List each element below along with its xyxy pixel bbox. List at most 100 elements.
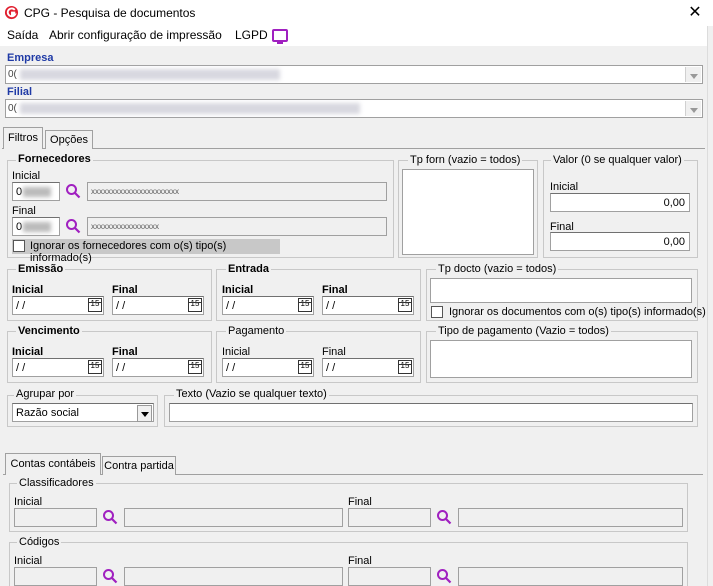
pagamento-final-value: / / [326, 362, 336, 374]
fornecedor-inicial-search-icon[interactable] [65, 183, 81, 199]
calendar-icon[interactable]: 15 [188, 298, 202, 312]
ignorar-fornecedores-row[interactable]: Ignorar os fornecedores com o(s) tipo(s)… [12, 239, 280, 264]
fornecedores-final-label: Final [12, 205, 36, 217]
emissao-final-date[interactable]: / / 15 [112, 296, 204, 315]
classificador-final-code[interactable] [348, 508, 431, 527]
classificador-final-search-icon[interactable] [436, 509, 452, 525]
vertical-scrollbar[interactable] [707, 26, 713, 586]
vencimento-inicial-date[interactable]: / / 15 [12, 358, 104, 377]
empresa-label: Empresa [7, 52, 54, 64]
valor-inicial-label: Inicial [550, 181, 579, 193]
menu-saida[interactable]: Saída [7, 28, 38, 42]
empresa-combo[interactable]: 0( [5, 65, 703, 84]
codigos-inicial-label: Inicial [14, 555, 43, 567]
valor-final-input[interactable]: 0,00 [550, 232, 690, 251]
codigo-final-code[interactable] [348, 567, 431, 586]
codigo-inicial-search-icon[interactable] [102, 568, 118, 584]
menu-lgpd[interactable]: LGPD [235, 28, 268, 42]
fornecedores-title: Fornecedores [16, 153, 93, 165]
fornecedor-final-code-input[interactable]: 0 [12, 217, 60, 236]
emissao-title: Emissão [16, 263, 66, 275]
classificadores-inicial-label: Inicial [14, 496, 43, 508]
codigo-inicial-code[interactable] [14, 567, 97, 586]
tp-docto-list[interactable] [430, 278, 692, 303]
entrada-inicial-date[interactable]: / / 15 [222, 296, 314, 315]
tab-contas-contabeis[interactable]: Contas contábeis [5, 453, 101, 475]
tp-forn-title: Tp forn (vazio = todos) [408, 154, 523, 166]
valor-title: Valor (0 se qualquer valor) [551, 154, 684, 166]
codigos-final-label: Final [348, 555, 372, 567]
classificador-inicial-name [124, 508, 343, 527]
fornecedor-inicial-code-input[interactable]: 0 [12, 182, 60, 201]
texto-title: Texto (Vazio se qualquer texto) [174, 388, 329, 400]
vencimento-title: Vencimento [16, 325, 82, 337]
calendar-icon[interactable]: 15 [398, 360, 412, 374]
agrupar-title: Agrupar por [14, 388, 77, 400]
fornecedor-inicial-name: xxxxxxxxxxxxxxxxxxxxxx [91, 187, 179, 196]
vencimento-inicial-value: / / [16, 362, 26, 374]
vencimento-final-date[interactable]: / / 15 [112, 358, 204, 377]
ignorar-fornecedores-label: Ignorar os fornecedores com o(s) tipo(s)… [30, 240, 227, 264]
app-logo-icon [4, 5, 19, 20]
codigo-final-name [458, 567, 683, 586]
pagamento-inicial-label: Inicial [222, 346, 251, 358]
fornecedor-inicial-name-field: xxxxxxxxxxxxxxxxxxxxxx [87, 182, 387, 201]
entrada-inicial-label: Inicial [222, 284, 254, 296]
fornecedor-final-search-icon[interactable] [65, 218, 81, 234]
monitor-icon[interactable] [272, 29, 288, 44]
tab-filtros[interactable]: Filtros [3, 127, 43, 149]
valor-inicial-value: 0,00 [663, 197, 685, 209]
fornecedor-final-name-field: xxxxxxxxxxxxxxxxx [87, 217, 387, 236]
codigo-final-search-icon[interactable] [436, 568, 452, 584]
tp-forn-list[interactable] [402, 169, 534, 255]
texto-input[interactable] [169, 403, 693, 422]
tipo-pagamento-list[interactable] [430, 340, 692, 378]
entrada-title: Entrada [226, 263, 271, 275]
close-icon[interactable]: ✕ [684, 2, 706, 24]
valor-inicial-input[interactable]: 0,00 [550, 193, 690, 212]
filial-code: 0( [8, 103, 17, 114]
vencimento-final-label: Final [112, 346, 138, 358]
entrada-final-date[interactable]: / / 15 [322, 296, 414, 315]
pagamento-final-label: Final [322, 346, 346, 358]
ignorar-fornecedores-checkbox[interactable] [13, 240, 25, 252]
classificadores-final-label: Final [348, 496, 372, 508]
empresa-dropdown-icon[interactable] [685, 67, 701, 82]
calendar-icon[interactable]: 15 [298, 360, 312, 374]
codigos-title: Códigos [17, 536, 62, 548]
agrupar-select[interactable]: Razão social [12, 403, 154, 422]
pagamento-inicial-date[interactable]: / / 15 [222, 358, 314, 377]
pagamento-inicial-value: / / [226, 362, 236, 374]
filial-dropdown-icon[interactable] [685, 101, 701, 116]
ignorar-documentos-checkbox[interactable] [431, 306, 443, 318]
emissao-inicial-label: Inicial [12, 284, 44, 296]
emissao-final-value: / / [116, 300, 126, 312]
classificadores-title: Classificadores [17, 477, 96, 489]
fornecedores-inicial-label: Inicial [12, 170, 41, 182]
agrupar-dropdown-icon[interactable] [137, 405, 152, 422]
calendar-icon[interactable]: 15 [188, 360, 202, 374]
calendar-icon[interactable]: 15 [398, 298, 412, 312]
calendar-icon[interactable]: 15 [88, 298, 102, 312]
empresa-code: 0( [8, 69, 17, 80]
pagamento-title: Pagamento [226, 325, 287, 337]
fornecedor-final-name: xxxxxxxxxxxxxxxxx [91, 222, 159, 231]
classificador-final-name [458, 508, 683, 527]
emissao-inicial-value: / / [16, 300, 26, 312]
entrada-final-value: / / [326, 300, 336, 312]
emissao-inicial-date[interactable]: / / 15 [12, 296, 104, 315]
menu-abrir-configuracao-impressao[interactable]: Abrir configuração de impressão [49, 28, 222, 42]
window-title: CPG - Pesquisa de documentos [24, 6, 196, 20]
classificador-inicial-search-icon[interactable] [102, 509, 118, 525]
vencimento-final-value: / / [116, 362, 126, 374]
tab-contra-partida[interactable]: Contra partida [102, 456, 176, 475]
emissao-final-label: Final [112, 284, 138, 296]
classificador-inicial-code[interactable] [14, 508, 97, 527]
empresa-redacted [20, 69, 280, 80]
calendar-icon[interactable]: 15 [88, 360, 102, 374]
filial-label: Filial [7, 86, 33, 98]
pagamento-final-date[interactable]: / / 15 [322, 358, 414, 377]
filial-combo[interactable]: 0( [5, 99, 703, 118]
tab-opcoes[interactable]: Opções [45, 130, 93, 149]
calendar-icon[interactable]: 15 [298, 298, 312, 312]
